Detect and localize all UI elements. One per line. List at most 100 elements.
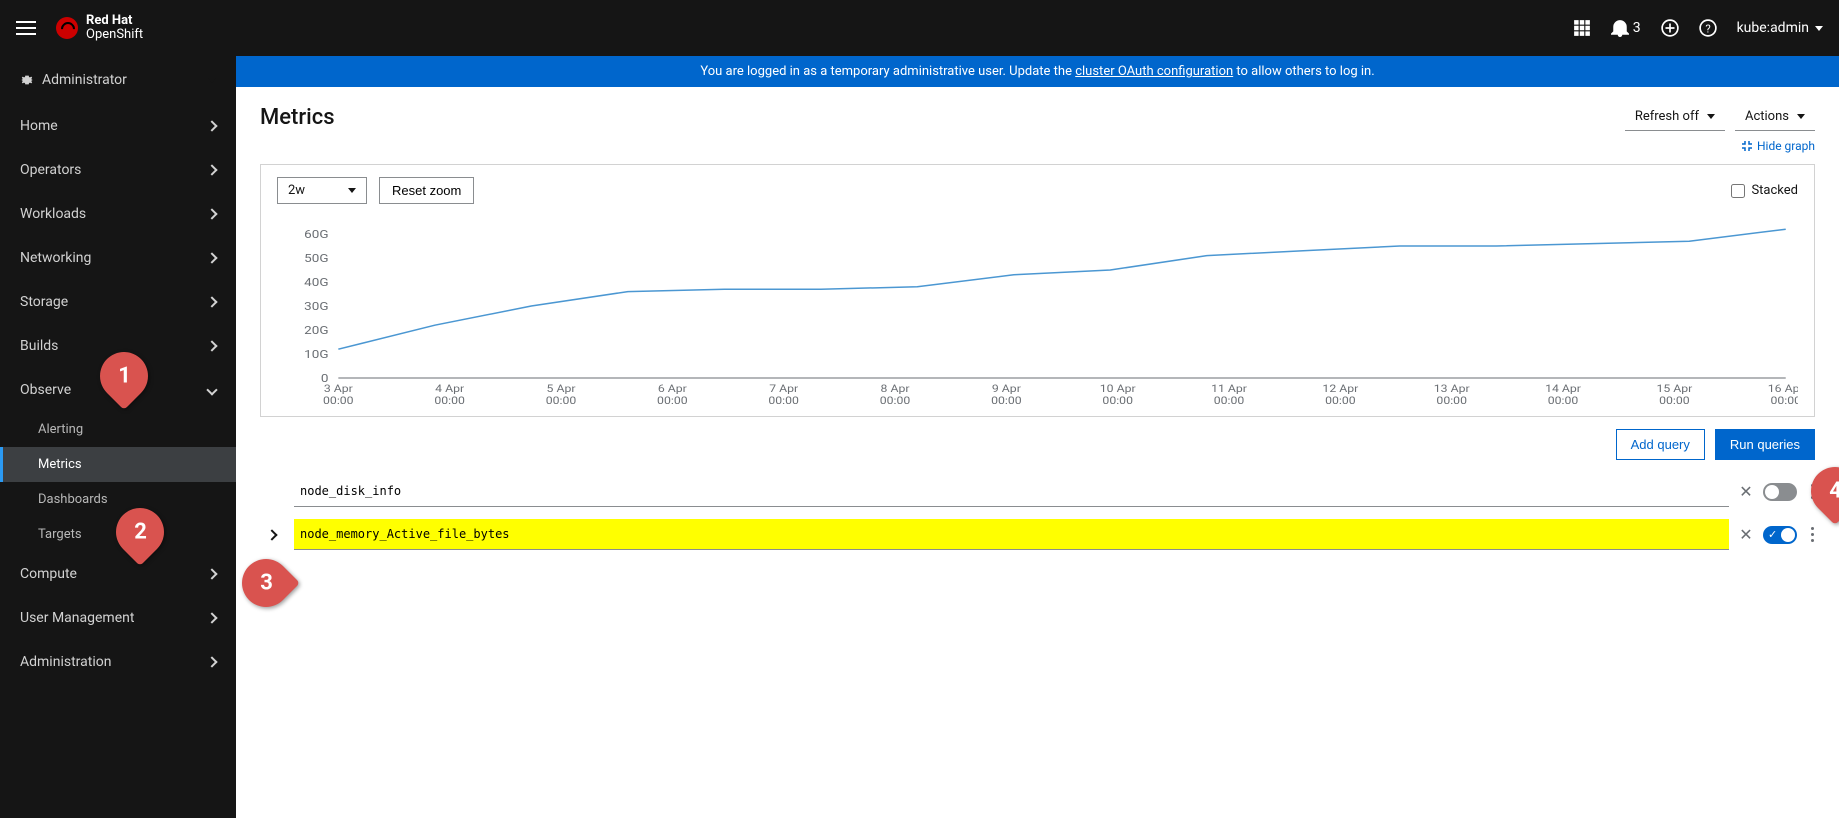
stacked-checkbox[interactable]: Stacked: [1731, 183, 1798, 198]
bell-icon: [1611, 19, 1629, 37]
chevron-right-icon: [206, 120, 217, 131]
notifications-button[interactable]: 3: [1611, 19, 1641, 37]
svg-text:00:00: 00:00: [434, 395, 465, 407]
sidebar-item-networking[interactable]: Networking: [0, 236, 236, 280]
user-name: kube:admin: [1737, 20, 1809, 36]
brand-line1: Red Hat: [86, 13, 132, 28]
apps-icon[interactable]: [1573, 19, 1591, 37]
svg-text:20G: 20G: [304, 325, 328, 338]
brand-logo[interactable]: Red Hat OpenShift: [56, 14, 143, 43]
run-queries-button[interactable]: Run queries: [1715, 429, 1815, 460]
caret-down-icon: [208, 78, 216, 83]
chevron-right-icon: [206, 164, 217, 175]
brand-line2: OpenShift: [86, 27, 143, 42]
sidebar-item-workloads[interactable]: Workloads: [0, 192, 236, 236]
svg-text:14 Apr: 14 Apr: [1545, 383, 1581, 395]
svg-text:15 Apr: 15 Apr: [1656, 383, 1692, 395]
caret-down-icon: [1815, 26, 1823, 31]
refresh-dropdown[interactable]: Refresh off: [1625, 103, 1725, 131]
help-icon[interactable]: ?: [1699, 19, 1717, 37]
svg-text:16 Apr: 16 Apr: [1768, 383, 1798, 395]
sidebar-item-operators[interactable]: Operators: [0, 148, 236, 192]
query-enable-toggle[interactable]: ✓: [1763, 526, 1797, 544]
svg-text:00:00: 00:00: [880, 395, 911, 407]
menu-toggle-button[interactable]: [16, 16, 40, 40]
sidebar-sub-dashboards[interactable]: Dashboards: [0, 482, 236, 517]
svg-text:00:00: 00:00: [991, 395, 1022, 407]
sidebar-item-storage[interactable]: Storage: [0, 280, 236, 324]
actions-dropdown[interactable]: Actions: [1735, 103, 1815, 131]
clear-query-button[interactable]: ✕: [1739, 528, 1753, 542]
svg-text:00:00: 00:00: [546, 395, 577, 407]
sidebar-sub-alerting[interactable]: Alerting: [0, 412, 236, 447]
svg-text:12 Apr: 12 Apr: [1322, 383, 1358, 395]
svg-text:4 Apr: 4 Apr: [435, 383, 464, 395]
caret-down-icon: [1707, 114, 1715, 119]
annotation-marker-3: 3: [236, 549, 300, 617]
svg-text:6 Apr: 6 Apr: [658, 383, 687, 395]
sidebar: Administrator Home Operators Workloads N…: [0, 56, 236, 818]
svg-text:00:00: 00:00: [1325, 395, 1356, 407]
svg-text:50G: 50G: [304, 253, 328, 266]
svg-text:30G: 30G: [304, 301, 328, 314]
query-input[interactable]: [294, 519, 1729, 550]
svg-text:00:00: 00:00: [323, 395, 354, 407]
caret-down-icon: [348, 188, 356, 193]
query-input[interactable]: [294, 476, 1729, 507]
svg-text:00:00: 00:00: [1659, 395, 1690, 407]
svg-text:00:00: 00:00: [1770, 395, 1798, 407]
query-enable-toggle[interactable]: [1763, 483, 1797, 501]
sidebar-item-home[interactable]: Home: [0, 104, 236, 148]
svg-text:5 Apr: 5 Apr: [547, 383, 576, 395]
svg-text:00:00: 00:00: [657, 395, 688, 407]
user-menu[interactable]: kube:admin: [1737, 20, 1823, 36]
svg-text:8 Apr: 8 Apr: [881, 383, 910, 395]
notification-count: 3: [1633, 20, 1641, 36]
svg-text:7 Apr: 7 Apr: [769, 383, 798, 395]
query-row: ✕: [236, 470, 1839, 513]
caret-down-icon: [1797, 114, 1805, 119]
metrics-line-chart[interactable]: 010G20G30G40G50G60G3 Apr00:004 Apr00:005…: [277, 212, 1798, 412]
chevron-right-icon: [206, 296, 217, 307]
query-kebab-menu[interactable]: [1807, 523, 1815, 546]
reset-zoom-button[interactable]: Reset zoom: [379, 177, 474, 204]
chevron-right-icon: [206, 612, 217, 623]
svg-text:11 Apr: 11 Apr: [1211, 383, 1247, 395]
compress-icon: [1741, 140, 1753, 152]
page-title: Metrics: [260, 105, 335, 130]
svg-text:00:00: 00:00: [1436, 395, 1467, 407]
svg-text:10G: 10G: [304, 349, 328, 362]
sidebar-item-compute[interactable]: Compute: [0, 552, 236, 596]
hide-graph-toggle[interactable]: Hide graph: [1741, 139, 1815, 153]
perspective-label: Administrator: [42, 72, 127, 88]
sidebar-sub-metrics[interactable]: Metrics: [0, 447, 236, 482]
chevron-right-icon: [206, 252, 217, 263]
svg-text:?: ?: [1705, 23, 1710, 36]
query-row: ✕ ✓: [236, 513, 1839, 556]
redhat-icon: [56, 17, 78, 39]
perspective-switcher[interactable]: Administrator: [0, 56, 236, 104]
plus-icon[interactable]: [1661, 19, 1679, 37]
topbar: Red Hat OpenShift 3 ? kube:admin: [0, 0, 1839, 56]
svg-text:9 Apr: 9 Apr: [992, 383, 1021, 395]
sidebar-item-administration[interactable]: Administration: [0, 640, 236, 684]
chevron-right-icon: [206, 568, 217, 579]
svg-text:3 Apr: 3 Apr: [324, 383, 353, 395]
svg-text:40G: 40G: [304, 277, 328, 290]
svg-text:00:00: 00:00: [768, 395, 799, 407]
stacked-checkbox-input[interactable]: [1731, 184, 1745, 198]
svg-text:00:00: 00:00: [1214, 395, 1245, 407]
gear-icon: [20, 73, 34, 87]
sidebar-item-user-management[interactable]: User Management: [0, 596, 236, 640]
metrics-chart-card: 2w Reset zoom Stacked 010G20G30G40G50G60…: [260, 164, 1815, 417]
chevron-right-icon: [206, 340, 217, 351]
chevron-down-icon: [206, 384, 217, 395]
add-query-button[interactable]: Add query: [1616, 429, 1705, 460]
time-range-select[interactable]: 2w: [277, 177, 367, 204]
clear-query-button[interactable]: ✕: [1739, 485, 1753, 499]
oauth-config-link[interactable]: cluster OAuth configuration: [1075, 64, 1233, 79]
svg-text:00:00: 00:00: [1102, 395, 1133, 407]
main-content: You are logged in as a temporary adminis…: [236, 56, 1839, 818]
expand-query-icon[interactable]: [266, 529, 277, 540]
login-banner: You are logged in as a temporary adminis…: [236, 56, 1839, 87]
